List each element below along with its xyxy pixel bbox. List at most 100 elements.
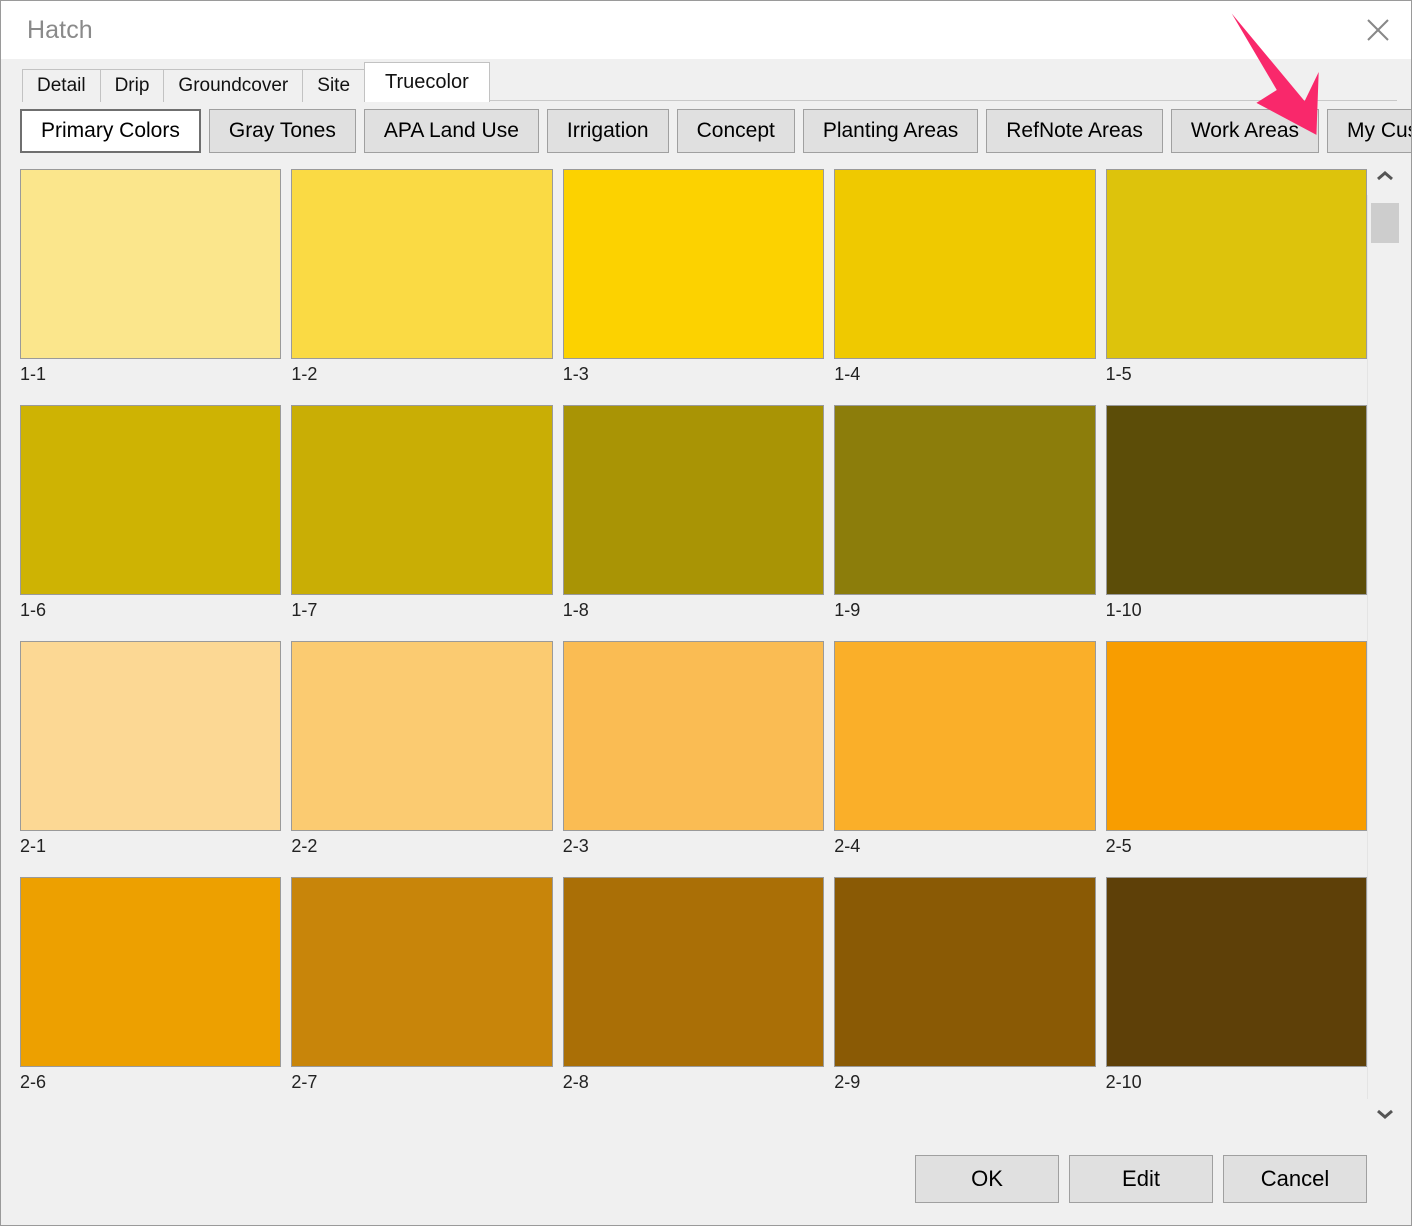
edit-button-label: Edit bbox=[1122, 1166, 1160, 1191]
tab-truecolor[interactable]: Truecolor bbox=[364, 62, 490, 102]
color-swatch-cell[interactable]: 2-9 bbox=[834, 877, 1096, 1113]
color-chip[interactable] bbox=[834, 877, 1096, 1067]
ok-button-label: OK bbox=[971, 1166, 1003, 1191]
color-swatch-label: 2-3 bbox=[562, 836, 589, 856]
color-swatch-cell[interactable]: 1-5 bbox=[1105, 169, 1367, 405]
scrollbar-thumb[interactable] bbox=[1371, 203, 1399, 243]
tab-drip[interactable]: Drip bbox=[99, 69, 165, 102]
primary-tab-strip: Detail Drip Groundcover Site Truecolor bbox=[1, 59, 1411, 102]
scrollbar-track[interactable] bbox=[1367, 195, 1403, 1099]
subtab-label: My Custom Whe bbox=[1347, 119, 1411, 142]
color-swatch-label: 1-3 bbox=[562, 364, 589, 384]
chevron-down-icon bbox=[1376, 1107, 1394, 1125]
color-chip[interactable] bbox=[834, 169, 1096, 359]
secondary-tab-row: Primary Colors Gray Tones APA Land Use I… bbox=[1, 101, 1411, 161]
color-chip[interactable] bbox=[1105, 877, 1367, 1067]
color-swatch-cell[interactable]: 2-1 bbox=[20, 641, 282, 877]
color-swatch-cell[interactable]: 1-4 bbox=[834, 169, 1096, 405]
color-chip[interactable] bbox=[1105, 405, 1367, 595]
color-swatch-label: 2-5 bbox=[1105, 836, 1132, 856]
color-swatch-label: 1-1 bbox=[20, 364, 47, 384]
color-chip[interactable] bbox=[291, 641, 553, 831]
color-swatch-cell[interactable]: 2-5 bbox=[1105, 641, 1367, 877]
color-swatch-cell[interactable]: 1-7 bbox=[291, 405, 553, 641]
window-title: Hatch bbox=[27, 15, 93, 44]
color-swatch-cell[interactable]: 1-3 bbox=[562, 169, 825, 405]
color-swatch-label: 2-10 bbox=[1105, 1072, 1142, 1092]
ok-button[interactable]: OK bbox=[915, 1155, 1059, 1203]
color-chip[interactable] bbox=[562, 877, 825, 1067]
chevron-up-icon bbox=[1376, 169, 1394, 187]
color-swatch-cell[interactable]: 1-8 bbox=[562, 405, 825, 641]
color-swatch-cell[interactable]: 2-8 bbox=[562, 877, 825, 1113]
color-swatch-label: 1-7 bbox=[291, 600, 318, 620]
subtab-refnote-areas[interactable]: RefNote Areas bbox=[986, 109, 1163, 153]
color-chip[interactable] bbox=[20, 641, 282, 831]
subtab-my-custom-wheel[interactable]: My Custom Whe bbox=[1327, 109, 1411, 153]
title-bar: Hatch bbox=[1, 1, 1411, 59]
color-chip[interactable] bbox=[562, 641, 825, 831]
color-swatch-cell[interactable]: 2-3 bbox=[562, 641, 825, 877]
color-swatch-label: 1-9 bbox=[834, 600, 861, 620]
subtab-label: RefNote Areas bbox=[1006, 119, 1143, 142]
color-swatch-cell[interactable]: 1-2 bbox=[291, 169, 553, 405]
subtab-gray-tones[interactable]: Gray Tones bbox=[208, 109, 356, 153]
color-swatch-cell[interactable]: 1-10 bbox=[1105, 405, 1367, 641]
color-swatch-cell[interactable]: 1-6 bbox=[20, 405, 282, 641]
color-chip[interactable] bbox=[291, 877, 553, 1067]
color-swatch-cell[interactable]: 2-7 bbox=[291, 877, 553, 1113]
color-chip[interactable] bbox=[20, 877, 282, 1067]
hatch-dialog: Hatch Detail Drip Groundcover Site Truec… bbox=[0, 0, 1412, 1226]
color-swatch-cell[interactable]: 1-1 bbox=[20, 169, 282, 405]
color-swatch-label: 2-2 bbox=[291, 836, 318, 856]
cancel-button-label: Cancel bbox=[1260, 1166, 1330, 1191]
color-swatch-cell[interactable]: 2-10 bbox=[1105, 877, 1367, 1113]
tab-label: Site bbox=[317, 75, 351, 96]
close-x-icon bbox=[1363, 15, 1393, 45]
color-swatch-cell[interactable]: 1-9 bbox=[834, 405, 1096, 641]
color-chip[interactable] bbox=[20, 169, 282, 359]
scroll-down-button[interactable] bbox=[1367, 1099, 1403, 1133]
cancel-button[interactable]: Cancel bbox=[1223, 1155, 1367, 1203]
vertical-scrollbar[interactable] bbox=[1367, 161, 1403, 1133]
subtab-planting-areas[interactable]: Planting Areas bbox=[802, 109, 979, 153]
subtab-irrigation[interactable]: Irrigation bbox=[546, 109, 669, 153]
color-swatch-label: 2-8 bbox=[562, 1072, 589, 1092]
color-chip[interactable] bbox=[1105, 641, 1367, 831]
subtab-label: Irrigation bbox=[566, 119, 649, 142]
tab-groundcover[interactable]: Groundcover bbox=[163, 69, 304, 102]
subtab-apa-land-use[interactable]: APA Land Use bbox=[363, 109, 539, 153]
color-swatch-cell[interactable]: 2-2 bbox=[291, 641, 553, 877]
color-swatch-label: 1-4 bbox=[834, 364, 861, 384]
tab-label: Detail bbox=[37, 75, 86, 96]
subtab-work-areas[interactable]: Work Areas bbox=[1170, 109, 1319, 153]
color-chip[interactable] bbox=[1105, 169, 1367, 359]
close-button[interactable] bbox=[1345, 1, 1411, 59]
subtab-label: Concept bbox=[696, 119, 775, 142]
color-swatch-label: 2-9 bbox=[834, 1072, 861, 1092]
color-chip[interactable] bbox=[562, 405, 825, 595]
color-swatch-label: 1-5 bbox=[1105, 364, 1132, 384]
color-swatch-label: 2-6 bbox=[20, 1072, 47, 1092]
color-chip[interactable] bbox=[20, 405, 282, 595]
scroll-up-button[interactable] bbox=[1367, 161, 1403, 195]
tab-label: Truecolor bbox=[385, 71, 469, 93]
dialog-footer: OK Edit Cancel bbox=[1, 1133, 1411, 1225]
color-swatch-label: 1-2 bbox=[291, 364, 318, 384]
color-chip[interactable] bbox=[834, 405, 1096, 595]
edit-button[interactable]: Edit bbox=[1069, 1155, 1213, 1203]
tab-detail[interactable]: Detail bbox=[22, 69, 101, 102]
color-chip[interactable] bbox=[291, 405, 553, 595]
subtab-label: APA Land Use bbox=[383, 119, 519, 142]
subtab-concept[interactable]: Concept bbox=[676, 109, 795, 153]
subtab-primary-colors[interactable]: Primary Colors bbox=[20, 109, 201, 153]
color-chip[interactable] bbox=[562, 169, 825, 359]
color-chip[interactable] bbox=[291, 169, 553, 359]
color-swatch-area: 1-1 1-2 1-3 1-4 1-5 1-6 1-7 1-8 1-9 1-10 2-1 2-2 2-3… bbox=[1, 161, 1411, 1133]
tab-site[interactable]: Site bbox=[302, 69, 366, 102]
color-chip[interactable] bbox=[834, 641, 1096, 831]
color-swatch-label: 2-7 bbox=[291, 1072, 318, 1092]
color-swatch-cell[interactable]: 2-6 bbox=[20, 877, 282, 1113]
color-swatch-cell[interactable]: 2-4 bbox=[834, 641, 1096, 877]
color-swatch-label: 2-1 bbox=[20, 836, 47, 856]
